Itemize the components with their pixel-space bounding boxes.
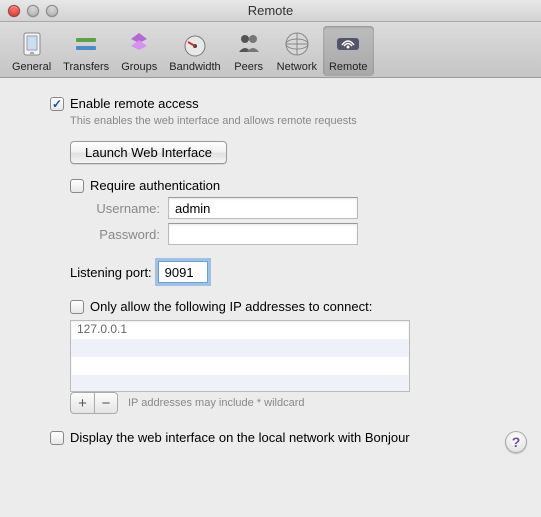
toolbar-label: Remote: [329, 61, 368, 73]
toolbar-label: Peers: [234, 61, 263, 73]
password-label: Password:: [70, 227, 160, 242]
toolbar-item-bandwidth[interactable]: Bandwidth: [163, 26, 226, 76]
listening-port-field[interactable]: [158, 261, 208, 283]
transfers-icon: [70, 28, 102, 60]
remote-icon: [332, 28, 364, 60]
toolbar-item-groups[interactable]: Groups: [115, 26, 163, 76]
password-field[interactable]: [168, 223, 358, 245]
toolbar-label: General: [12, 61, 51, 73]
require-auth-checkbox[interactable]: [70, 179, 84, 193]
titlebar: Remote: [0, 0, 541, 22]
general-icon: [16, 28, 48, 60]
ip-list-row: [71, 339, 409, 357]
toolbar-item-network[interactable]: Network: [271, 26, 323, 76]
toolbar-label: Transfers: [63, 61, 109, 73]
launch-web-interface-button[interactable]: Launch Web Interface: [70, 141, 227, 164]
toolbar-label: Groups: [121, 61, 157, 73]
only-allow-ip-checkbox[interactable]: [70, 300, 84, 314]
bonjour-label: Display the web interface on the local n…: [70, 430, 410, 445]
remote-pane: Enable remote access This enables the we…: [0, 78, 541, 455]
window-title: Remote: [0, 3, 541, 18]
toolbar-item-transfers[interactable]: Transfers: [57, 26, 115, 76]
ip-wildcard-hint: IP addresses may include * wildcard: [128, 397, 305, 409]
add-ip-button[interactable]: +: [70, 392, 94, 414]
toolbar-item-remote[interactable]: Remote: [323, 26, 374, 76]
preferences-toolbar: General Transfers Groups Bandwidth Peers: [0, 22, 541, 78]
enable-remote-label: Enable remote access: [70, 96, 199, 111]
groups-icon: [123, 28, 155, 60]
toolbar-item-general[interactable]: General: [6, 26, 57, 76]
help-button[interactable]: ?: [505, 431, 527, 453]
listening-port-label: Listening port:: [70, 265, 152, 280]
ip-list-row[interactable]: 127.0.0.1: [71, 321, 409, 339]
ip-list-row: [71, 357, 409, 375]
remove-ip-button[interactable]: −: [94, 392, 118, 414]
toolbar-label: Network: [277, 61, 317, 73]
enable-remote-help: This enables the web interface and allow…: [70, 115, 519, 127]
ip-list-row: [71, 375, 409, 392]
only-allow-ip-label: Only allow the following IP addresses to…: [90, 299, 372, 314]
toolbar-item-peers[interactable]: Peers: [227, 26, 271, 76]
bonjour-checkbox[interactable]: [50, 431, 64, 445]
network-icon: [281, 28, 313, 60]
peers-icon: [233, 28, 265, 60]
toolbar-label: Bandwidth: [169, 61, 220, 73]
bandwidth-icon: [179, 28, 211, 60]
ip-address-list[interactable]: 127.0.0.1: [70, 320, 410, 392]
enable-remote-checkbox[interactable]: [50, 97, 64, 111]
require-auth-label: Require authentication: [90, 178, 220, 193]
username-label: Username:: [70, 201, 160, 216]
username-field[interactable]: [168, 197, 358, 219]
